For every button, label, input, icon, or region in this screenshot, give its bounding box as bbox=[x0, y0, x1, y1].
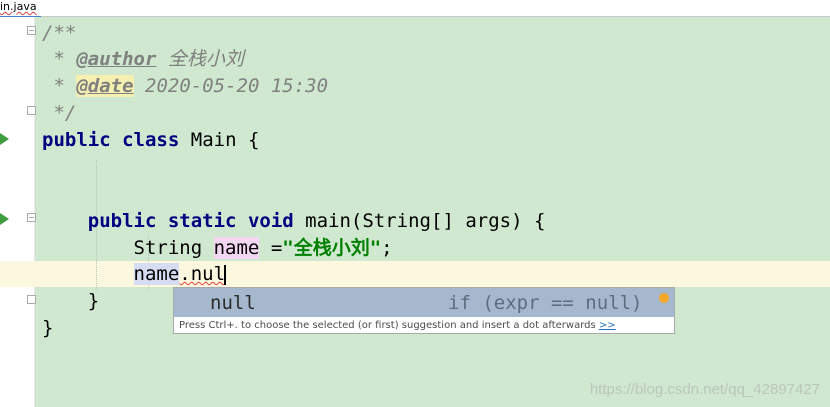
completion-item-tail: if (expr == null) bbox=[448, 292, 643, 314]
editor-gutter bbox=[0, 17, 34, 407]
fold-comment-end-icon[interactable] bbox=[27, 106, 36, 115]
semicolon: ; bbox=[381, 237, 393, 259]
gutter-separator bbox=[34, 17, 35, 407]
text-caret bbox=[224, 264, 227, 285]
code-line-9: String name ="全栈小刘"; bbox=[42, 235, 393, 261]
class-name: Main bbox=[190, 129, 237, 151]
run-method-icon[interactable] bbox=[0, 213, 9, 225]
variable-reference: name bbox=[133, 263, 180, 285]
variable-declaration: name bbox=[213, 237, 260, 259]
keyword-void: void bbox=[247, 210, 294, 232]
javadoc-date-tag: @date bbox=[76, 75, 134, 97]
assign-operator: = bbox=[270, 237, 283, 259]
fold-method-end-icon[interactable] bbox=[27, 295, 36, 304]
completion-hint: Press Ctrl+. to choose the selected (or … bbox=[179, 319, 616, 332]
code-line-10: name.nul bbox=[42, 261, 227, 287]
author-name: 全栈小刘 bbox=[167, 48, 244, 70]
javadoc-author-tag: @author bbox=[76, 48, 157, 70]
run-class-icon[interactable] bbox=[0, 133, 9, 145]
code-line-4: */ bbox=[42, 100, 76, 126]
method-signature: main(String[] args) bbox=[305, 210, 523, 232]
completion-popup: null if (expr == null) Press Ctrl+. to c… bbox=[173, 287, 675, 334]
watermark: https://blog.csdn.net/qq_42897427 bbox=[589, 381, 820, 398]
comment-star: * bbox=[42, 48, 65, 70]
keyword-public: public bbox=[42, 129, 111, 151]
completion-hint-link[interactable]: >> bbox=[599, 320, 616, 331]
completion-hint-text: Press Ctrl+. to choose the selected (or … bbox=[179, 320, 596, 331]
close-brace: } bbox=[42, 317, 54, 339]
type-string: String bbox=[133, 237, 203, 259]
fold-method-icon[interactable] bbox=[27, 213, 36, 222]
code-line-8: public static void main(String[] args) { bbox=[42, 208, 546, 234]
typed-postfix: .nul bbox=[179, 263, 226, 285]
keyword-public: public bbox=[87, 210, 157, 232]
completion-item-null[interactable]: null if (expr == null) bbox=[174, 288, 674, 317]
comment-close: */ bbox=[42, 102, 77, 124]
code-line-11: } bbox=[42, 288, 99, 314]
keyword-static: static bbox=[167, 210, 237, 232]
completion-item-name: null bbox=[210, 292, 256, 314]
tab-main-java[interactable]: in.java bbox=[0, 0, 41, 18]
editor-tab-bar: in.java bbox=[0, 0, 830, 18]
close-brace: } bbox=[87, 290, 100, 312]
code-line-1: /** bbox=[42, 20, 76, 46]
comment-open: /** bbox=[42, 22, 77, 44]
fold-comment-icon[interactable] bbox=[27, 26, 36, 35]
code-line-12: } bbox=[42, 315, 53, 341]
keyword-class: class bbox=[122, 129, 180, 151]
comment-star: * bbox=[42, 75, 65, 97]
string-literal: "全栈小刘" bbox=[282, 237, 382, 259]
code-line-3: * @date 2020-05-20 15:30 bbox=[42, 73, 328, 99]
code-line-5: public class Main { bbox=[42, 127, 259, 153]
open-brace: { bbox=[533, 210, 546, 232]
code-line-2: * @author 全栈小刘 bbox=[42, 46, 244, 72]
postfix-template-icon bbox=[659, 293, 669, 303]
date-value: 2020-05-20 15:30 bbox=[145, 75, 329, 97]
open-brace: { bbox=[247, 129, 260, 151]
